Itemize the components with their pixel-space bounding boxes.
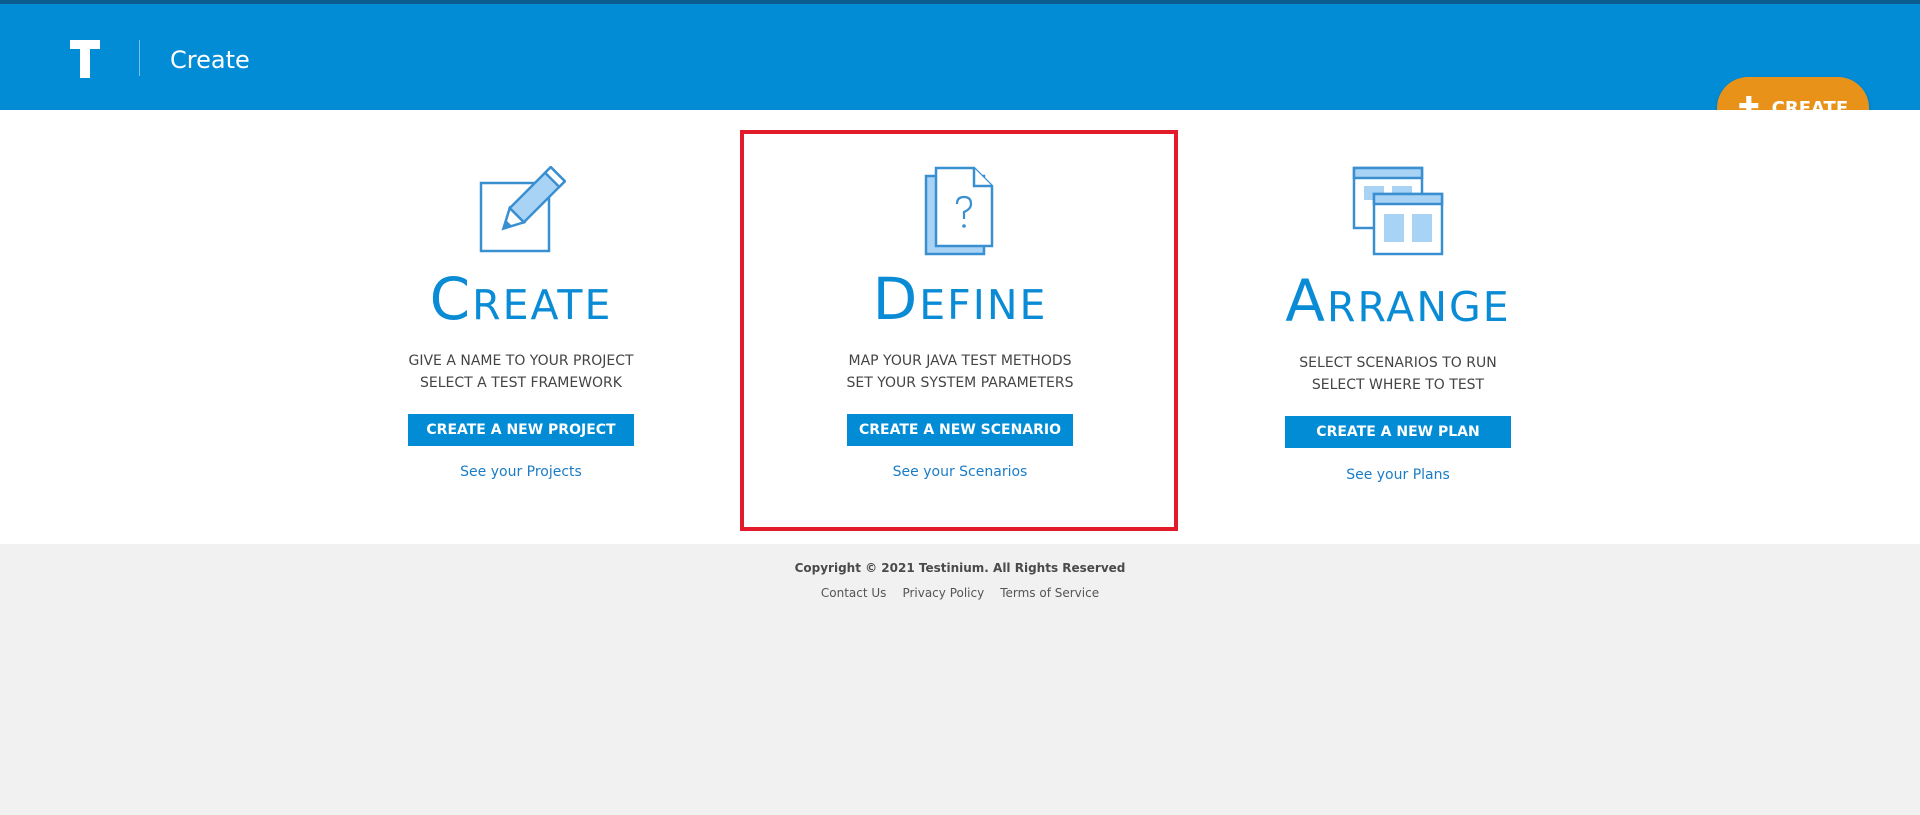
- card-desc-line1: GIVE A NAME TO YOUR PROJECT: [408, 353, 634, 369]
- header-divider: [139, 40, 140, 76]
- see-your-scenarios-link[interactable]: See your Scenarios: [740, 464, 1180, 480]
- see-your-projects-link[interactable]: See your Projects: [301, 464, 741, 480]
- card-desc-line1: SELECT SCENARIOS TO RUN: [1299, 355, 1497, 371]
- create-new-plan-button[interactable]: CREATE A NEW PLAN: [1285, 416, 1511, 448]
- see-your-plans-link[interactable]: See your Plans: [1178, 467, 1618, 483]
- arrange-plan-card: Arrange SELECT SCENARIOS TO RUN SELECT W…: [1178, 110, 1618, 544]
- card-title-arrange: Arrange: [1285, 267, 1511, 335]
- edit-pencil-icon: [479, 166, 566, 253]
- card-desc-line2: SELECT A TEST FRAMEWORK: [420, 375, 622, 391]
- document-question-icon: [924, 166, 994, 256]
- card-desc-line1: MAP YOUR JAVA TEST METHODS: [848, 353, 1072, 369]
- create-project-card: Create GIVE A NAME TO YOUR PROJECT SELEC…: [301, 110, 741, 544]
- create-options: Create GIVE A NAME TO YOUR PROJECT SELEC…: [0, 110, 1920, 544]
- card-desc-line2: SELECT WHERE TO TEST: [1311, 377, 1485, 393]
- create-new-project-button[interactable]: CREATE A NEW PROJECT: [408, 414, 634, 446]
- page-footer: Copyright © 2021 Testinium. All Rights R…: [0, 544, 1920, 815]
- footer-links: Contact Us Privacy Policy Terms of Servi…: [0, 586, 1920, 600]
- testinium-logo[interactable]: [70, 40, 100, 78]
- app-header: Create: [0, 4, 1920, 110]
- create-new-scenario-button[interactable]: CREATE A NEW SCENARIO: [847, 414, 1073, 446]
- card-title-create: Create: [429, 265, 613, 333]
- card-title-define: Define: [872, 265, 1048, 333]
- define-scenario-card: Define MAP YOUR JAVA TEST METHODS SET YO…: [740, 110, 1180, 544]
- page-title: Create: [170, 46, 250, 74]
- card-desc-line2: SET YOUR SYSTEM PARAMETERS: [846, 375, 1074, 391]
- terms-of-service-link[interactable]: Terms of Service: [1000, 586, 1099, 600]
- layout-windows-icon: [1352, 166, 1444, 256]
- privacy-policy-link[interactable]: Privacy Policy: [902, 586, 984, 600]
- contact-us-link[interactable]: Contact Us: [821, 586, 887, 600]
- copyright-text: Copyright © 2021 Testinium. All Rights R…: [794, 561, 1126, 575]
